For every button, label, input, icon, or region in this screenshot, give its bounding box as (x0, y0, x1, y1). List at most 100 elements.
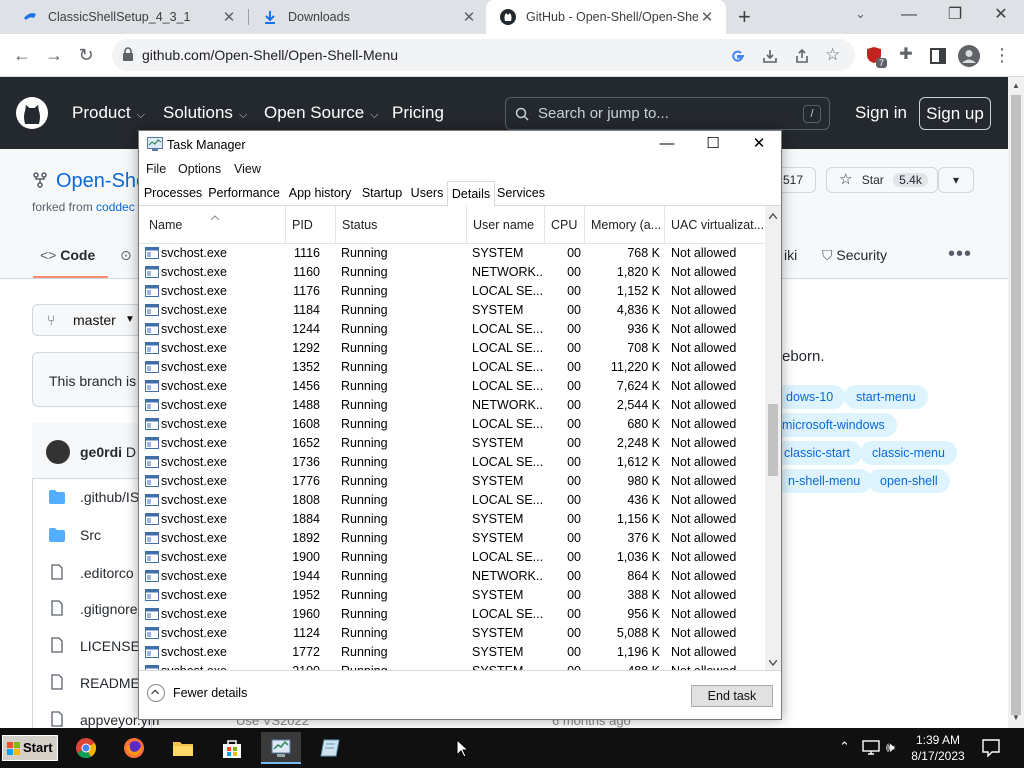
repo-name-link[interactable]: Open-She (56, 170, 147, 193)
star-dropdown-button[interactable]: ▾ (938, 167, 974, 193)
table-row[interactable]: svchost.exe 1608 Running LOCAL SE... 00 680 K… (139, 415, 765, 434)
table-scrollbar-thumb[interactable] (768, 404, 778, 476)
address-bar[interactable]: github.com/Open-Shell/Open-Shell-Menu ☆ (112, 39, 855, 71)
tab-app-history[interactable]: App history (283, 181, 357, 206)
table-row[interactable]: svchost.exe 1772 Running SYSTEM 00 1,196 K Not… (139, 643, 765, 662)
close-icon[interactable]: ✕ (736, 131, 782, 159)
taskbar-store[interactable] (212, 732, 252, 764)
volume-icon[interactable]: 🕪 (886, 739, 895, 756)
tab-code[interactable]: <> Code (40, 247, 95, 263)
table-row[interactable]: svchost.exe 1160 Running NETWORK... 00 1,820 … (139, 263, 765, 282)
scroll-up-icon[interactable] (769, 213, 777, 219)
table-row[interactable]: svchost.exe 1900 Running LOCAL SE... 00 1,036… (139, 548, 765, 567)
topic-tag[interactable]: classic-start (772, 441, 862, 465)
table-row[interactable]: svchost.exe 1736 Running LOCAL SE... 00 1,612… (139, 453, 765, 472)
page-scrollbar-thumb[interactable] (1011, 95, 1021, 715)
system-clock[interactable]: 1:39 AM 8/17/2023 (904, 732, 972, 764)
table-row[interactable]: svchost.exe 1124 Running SYSTEM 00 5,088 K Not… (139, 624, 765, 643)
scroll-up-icon[interactable]: ▲ (1012, 81, 1020, 90)
taskbar-task-manager[interactable] (261, 732, 301, 764)
google-icon[interactable] (730, 48, 746, 64)
table-row[interactable]: svchost.exe 1352 Running LOCAL SE... 00 11,22… (139, 358, 765, 377)
topic-tag[interactable]: n-shell-menu (776, 469, 873, 493)
topic-tag[interactable]: dows-10 (774, 385, 846, 409)
column-header-pid[interactable]: PID (286, 206, 336, 244)
table-row[interactable]: svchost.exe 1884 Running SYSTEM 00 1,156 K Not… (139, 510, 765, 529)
github-search-input[interactable]: Search or jump to... / (505, 97, 830, 130)
sign-in-link[interactable]: Sign in (855, 103, 907, 123)
table-row[interactable]: svchost.exe 1292 Running LOCAL SE... 00 708 K… (139, 339, 765, 358)
file-link[interactable]: .github/IS (80, 489, 139, 505)
table-row[interactable]: svchost.exe 1960 Running LOCAL SE... 00 956 K… (139, 605, 765, 624)
issues-icon[interactable]: ⊙ (120, 247, 132, 264)
maximize-icon[interactable]: ☐ (690, 131, 736, 159)
table-row[interactable]: svchost.exe 1892 Running SYSTEM 00 376 K Not a… (139, 529, 765, 548)
scroll-down-icon[interactable] (769, 660, 777, 666)
table-scrollbar[interactable] (765, 206, 781, 670)
github-logo-icon[interactable] (16, 97, 48, 129)
reload-icon[interactable]: ↻ (74, 44, 98, 68)
table-row[interactable]: svchost.exe 1776 Running SYSTEM 00 980 K Not a… (139, 472, 765, 491)
forward-icon[interactable]: → (42, 44, 66, 68)
fewer-details-button[interactable]: Fewer details (147, 684, 247, 702)
back-icon[interactable]: ← (10, 44, 34, 68)
table-row[interactable]: svchost.exe 1652 Running SYSTEM 00 2,248 K Not… (139, 434, 765, 453)
table-row[interactable]: svchost.exe 1184 Running SYSTEM 00 4,836 K Not… (139, 301, 765, 320)
close-window-icon[interactable]: ✕ (978, 0, 1024, 32)
bookmark-star-icon[interactable]: ☆ (825, 45, 841, 64)
tray-overflow-icon[interactable]: ⌃ (839, 739, 850, 755)
taskbar-firefox[interactable] (114, 732, 154, 764)
tab-users[interactable]: Users (407, 181, 447, 206)
end-task-button[interactable]: End task (691, 685, 773, 707)
task-manager-titlebar[interactable]: Task Manager — ☐ ✕ (139, 131, 781, 159)
page-scrollbar[interactable]: ▲ ▼ (1008, 77, 1024, 728)
browser-tab-classicshell[interactable]: ClassicShellSetup_4_3_1 ✕ (8, 0, 248, 34)
close-icon[interactable]: ✕ (220, 8, 238, 26)
taskbar-chrome[interactable] (66, 732, 106, 764)
commit-author[interactable]: ge0rdi D (80, 444, 136, 460)
network-icon[interactable] (862, 740, 880, 756)
column-header-status[interactable]: Status (336, 206, 467, 244)
tab-processes[interactable]: Processes (141, 181, 205, 206)
browser-tab-downloads[interactable]: Downloads ✕ (248, 0, 488, 34)
file-link[interactable]: .editorco (80, 565, 134, 581)
tab-search-icon[interactable]: ⌄ (855, 6, 866, 22)
notifications-icon[interactable] (982, 739, 1000, 757)
nav-product[interactable]: Product ⌵ (72, 103, 145, 123)
taskbar-app-window[interactable] (310, 732, 350, 764)
sign-up-button[interactable]: Sign up (919, 97, 991, 130)
column-header-uac[interactable]: UAC virtualizat... (665, 206, 765, 244)
table-row[interactable]: svchost.exe 1488 Running NETWORK... 00 2,544 … (139, 396, 765, 415)
topic-tag[interactable]: classic-menu (860, 441, 957, 465)
forked-from-link[interactable]: coddec (96, 200, 135, 214)
table-row[interactable]: svchost.exe 1116 Running SYSTEM 00 768 K Not a… (139, 244, 765, 263)
install-icon[interactable] (762, 48, 778, 64)
minimize-icon[interactable]: — (886, 0, 932, 32)
minimize-icon[interactable]: — (644, 131, 690, 159)
more-tabs-icon[interactable]: ••• (948, 243, 972, 266)
table-row[interactable]: svchost.exe 1244 Running LOCAL SE... 00 936 K… (139, 320, 765, 339)
topic-tag[interactable]: start-menu (844, 385, 928, 409)
file-link[interactable]: .gitignore (80, 601, 138, 617)
tab-security[interactable]: ⛉ Security (822, 247, 887, 264)
column-header-memory[interactable]: Memory (a... (585, 206, 665, 244)
menu-file[interactable]: File (146, 162, 166, 176)
table-row[interactable]: svchost.exe 1176 Running LOCAL SE... 00 1,152… (139, 282, 765, 301)
column-header-name[interactable]: Name (143, 206, 286, 244)
nav-solutions[interactable]: Solutions ⌵ (163, 103, 247, 123)
column-header-cpu[interactable]: CPU (545, 206, 585, 244)
file-link[interactable]: Src (80, 527, 101, 543)
column-header-user-name[interactable]: User name (467, 206, 545, 244)
taskbar-file-explorer[interactable] (163, 732, 203, 764)
nav-open-source[interactable]: Open Source ⌵ (264, 103, 379, 123)
scroll-down-icon[interactable]: ▼ (1012, 713, 1020, 722)
share-icon[interactable] (794, 48, 810, 64)
tab-details[interactable]: Details (447, 181, 495, 207)
menu-view[interactable]: View (234, 162, 261, 176)
close-icon[interactable]: ✕ (460, 8, 478, 26)
side-panel-icon[interactable] (930, 48, 946, 64)
menu-options[interactable]: Options (178, 162, 221, 176)
table-row[interactable]: svchost.exe 2100 Running SYSTEM 00 488 K Not a… (139, 662, 765, 670)
tab-startup[interactable]: Startup (357, 181, 407, 206)
start-button[interactable]: Start (2, 735, 58, 761)
